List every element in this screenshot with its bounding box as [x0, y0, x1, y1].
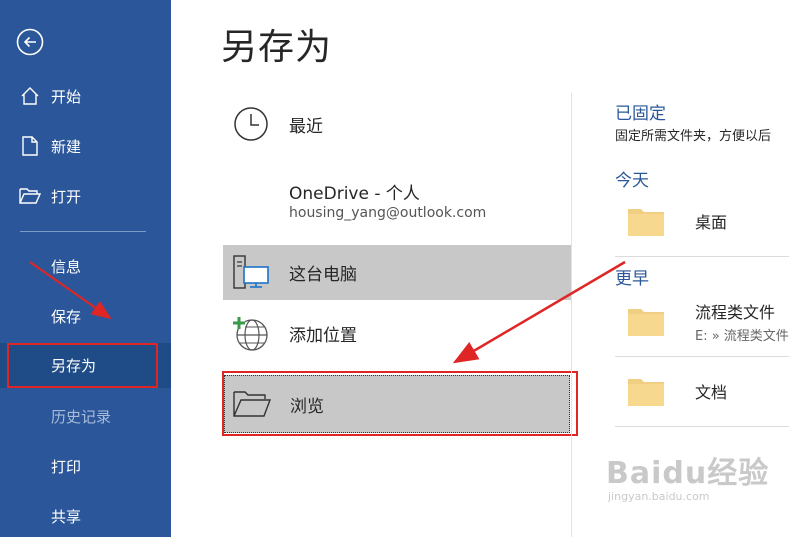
computer-icon: [231, 253, 271, 293]
section-divider: [615, 356, 789, 357]
folder-path: E: » 流程类文件: [695, 328, 789, 344]
folder-icon: [628, 379, 664, 406]
location-recent[interactable]: 最近: [223, 102, 571, 146]
panel-separator: [571, 93, 572, 537]
sidebar-divider: [20, 231, 146, 232]
nav-item-info[interactable]: 信息: [0, 246, 171, 286]
nav-label: 打印: [51, 457, 82, 476]
nav-label: 开始: [51, 87, 82, 106]
recent-folder-documents[interactable]: 文档: [614, 370, 789, 412]
watermark-brand: Baidu经验: [606, 456, 770, 491]
back-arrow-icon: [16, 28, 44, 56]
nav-label: 历史记录: [51, 407, 112, 426]
home-icon: [19, 85, 41, 107]
new-document-icon: [19, 135, 41, 157]
pinned-heading: 已固定: [615, 104, 666, 124]
nav-item-history[interactable]: 历史记录: [0, 396, 171, 436]
nav-item-share[interactable]: 共享: [0, 496, 171, 536]
nav-item-home[interactable]: 开始: [0, 76, 171, 116]
nav-item-save[interactable]: 保存: [0, 296, 171, 336]
earlier-heading: 更早: [615, 269, 649, 289]
location-label: 最近: [289, 116, 323, 137]
recent-folder-desktop[interactable]: 桌面: [614, 200, 789, 242]
baidu-watermark: Baidu经验 jingyan.baidu.com: [606, 448, 769, 503]
folder-icon: [628, 309, 664, 336]
folder-name: 桌面: [695, 213, 728, 232]
section-divider: [615, 256, 789, 257]
location-add-place[interactable]: 添加位置: [223, 308, 571, 358]
globe-add-icon: [231, 313, 271, 353]
location-label: 添加位置: [289, 325, 357, 346]
folder-name: 文档: [695, 383, 728, 402]
browse-highlight-box: [222, 371, 578, 436]
nav-label: 新建: [51, 137, 82, 156]
backstage-sidebar: 开始 新建 打开 信息 保存 另存为 历史记录 打印 共享: [0, 0, 171, 537]
nav-item-print[interactable]: 打印: [0, 446, 171, 486]
today-heading: 今天: [615, 171, 649, 191]
nav-item-open[interactable]: 打开: [0, 176, 171, 216]
pinned-description: 固定所需文件夹，方便以后: [615, 129, 772, 144]
section-divider: [615, 426, 789, 427]
nav-label: 打开: [51, 187, 82, 206]
nav-label: 信息: [51, 257, 82, 276]
nav-item-new[interactable]: 新建: [0, 126, 171, 166]
recent-folder-process-files[interactable]: 流程类文件 E: » 流程类文件: [614, 298, 789, 344]
folder-name: 流程类文件: [695, 302, 776, 322]
folder-icon: [628, 209, 664, 236]
save-as-highlight-box: [7, 343, 158, 388]
location-this-pc[interactable]: 这台电脑: [223, 245, 571, 300]
open-folder-icon: [19, 185, 41, 207]
clock-icon: [231, 104, 271, 144]
back-button[interactable]: [16, 28, 44, 56]
location-label: 这台电脑: [289, 265, 357, 285]
nav-label: 保存: [51, 307, 82, 326]
onedrive-account-email: housing_yang@outlook.com: [289, 205, 487, 221]
location-onedrive[interactable]: OneDrive - 个人: [289, 179, 420, 204]
nav-label: 共享: [51, 507, 82, 526]
page-title: 另存为: [221, 27, 333, 68]
